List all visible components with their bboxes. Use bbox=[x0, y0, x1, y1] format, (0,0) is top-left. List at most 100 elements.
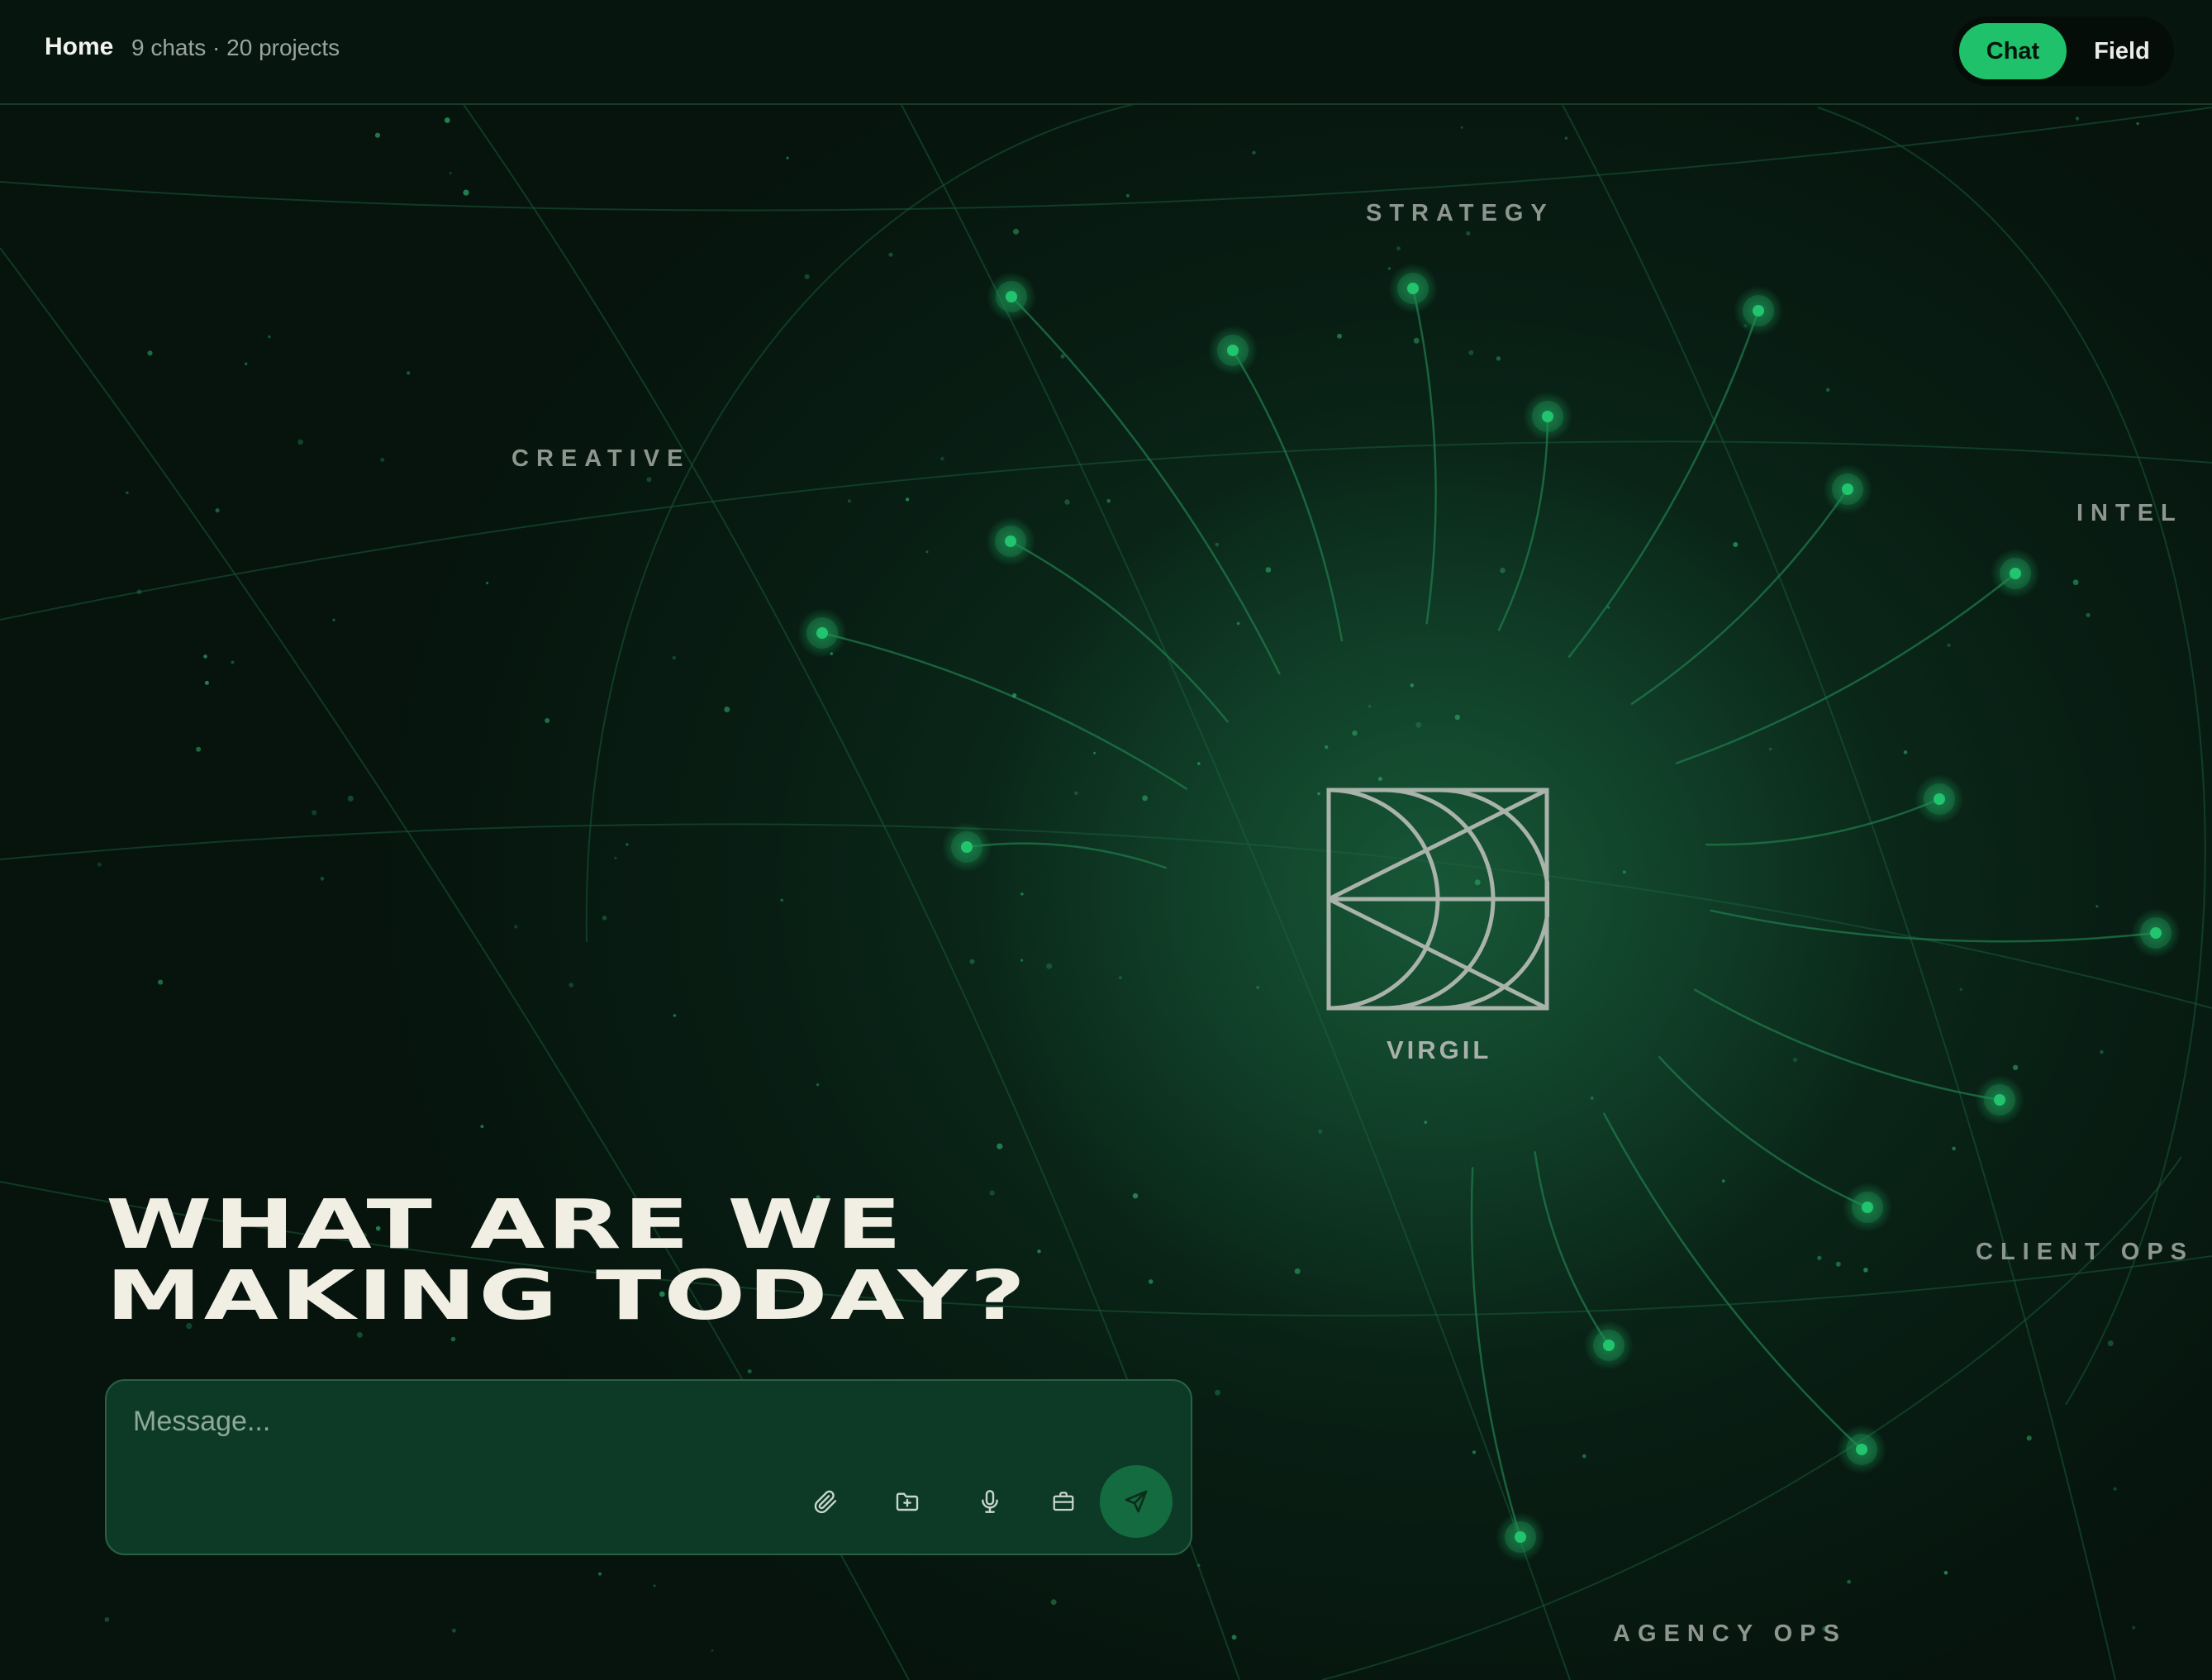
particle bbox=[804, 274, 810, 279]
send-button[interactable] bbox=[1100, 1465, 1173, 1538]
particle bbox=[614, 856, 617, 859]
particle bbox=[653, 1584, 656, 1587]
category-creative[interactable]: CREATIVE bbox=[511, 445, 690, 473]
category-intel[interactable]: INTEL bbox=[2076, 500, 2183, 527]
agent-node bbox=[961, 841, 973, 853]
agent-node bbox=[1603, 1340, 1615, 1351]
briefcase-icon bbox=[1053, 1492, 1074, 1511]
particle bbox=[1142, 795, 1148, 802]
particle bbox=[196, 746, 202, 752]
particle bbox=[1460, 126, 1463, 129]
particle bbox=[1337, 333, 1342, 339]
virgil-logo-icon[interactable] bbox=[1326, 788, 1549, 1011]
folder-plus-icon bbox=[896, 1492, 919, 1511]
orbit-line bbox=[0, 107, 2212, 212]
attach-file-button[interactable] bbox=[801, 1477, 850, 1526]
particle bbox=[1093, 751, 1096, 754]
particle bbox=[2072, 579, 2079, 586]
particle bbox=[1500, 568, 1506, 573]
particle bbox=[1265, 567, 1272, 573]
add-to-project-button[interactable] bbox=[882, 1477, 932, 1526]
particle bbox=[1074, 791, 1078, 796]
particle bbox=[407, 371, 411, 375]
category-strategy[interactable]: STRATEGY bbox=[1366, 200, 1554, 227]
particle bbox=[1943, 1570, 1948, 1575]
particle bbox=[1387, 267, 1391, 270]
particle bbox=[747, 1369, 752, 1373]
particle bbox=[2075, 117, 2080, 121]
particle bbox=[1119, 976, 1122, 979]
particle bbox=[1413, 337, 1420, 344]
particle bbox=[1231, 1635, 1237, 1640]
agent-node bbox=[1515, 1531, 1526, 1543]
particle bbox=[2136, 121, 2139, 126]
top-bar: Home 9 chats · 20 projects Chat Field bbox=[0, 0, 2212, 105]
particle bbox=[1197, 762, 1201, 765]
mode-field-button[interactable]: Field bbox=[2076, 23, 2167, 79]
particle bbox=[1325, 745, 1329, 750]
particle bbox=[449, 171, 452, 175]
particle bbox=[1817, 1255, 1822, 1261]
particle bbox=[1294, 1268, 1301, 1274]
particle bbox=[1468, 350, 1474, 355]
agent-node bbox=[1862, 1202, 1873, 1213]
particle bbox=[1148, 1279, 1154, 1284]
particle bbox=[1215, 542, 1220, 547]
tools-button[interactable] bbox=[1039, 1477, 1088, 1526]
message-input[interactable] bbox=[131, 1404, 1151, 1457]
particle bbox=[724, 707, 730, 712]
particle bbox=[1721, 1179, 1725, 1183]
particle bbox=[847, 499, 851, 503]
category-agency-ops[interactable]: AGENCY OPS bbox=[1613, 1621, 1847, 1648]
send-arrow-icon bbox=[1125, 1490, 1148, 1513]
particle bbox=[672, 655, 676, 660]
particle bbox=[1768, 747, 1772, 751]
voice-input-button[interactable] bbox=[965, 1477, 1015, 1526]
particle bbox=[332, 618, 335, 621]
particle bbox=[1377, 777, 1382, 782]
particle bbox=[2095, 905, 2099, 908]
particle bbox=[1590, 1096, 1594, 1100]
particle bbox=[1020, 959, 1024, 962]
particle bbox=[1564, 136, 1568, 140]
particle bbox=[1318, 1129, 1323, 1134]
mode-chat-button[interactable]: Chat bbox=[1959, 23, 2067, 79]
particle bbox=[2100, 1049, 2104, 1054]
particle bbox=[158, 979, 164, 985]
agent-node bbox=[1856, 1444, 1867, 1455]
particle bbox=[997, 1143, 1003, 1149]
particle bbox=[888, 252, 893, 257]
particle bbox=[1396, 246, 1401, 250]
particle bbox=[1622, 870, 1626, 874]
agent-node bbox=[1842, 483, 1853, 495]
particle bbox=[450, 1336, 456, 1342]
particle bbox=[905, 497, 910, 502]
particle bbox=[786, 156, 789, 159]
particle bbox=[1252, 150, 1256, 155]
particle bbox=[598, 1572, 602, 1576]
particle bbox=[374, 132, 381, 138]
particle bbox=[245, 362, 248, 365]
particle bbox=[1424, 1121, 1428, 1124]
particle bbox=[347, 795, 354, 802]
particle bbox=[147, 350, 153, 356]
particle bbox=[1215, 1389, 1220, 1396]
particle bbox=[126, 491, 129, 495]
particle bbox=[1415, 721, 1422, 728]
particle bbox=[1733, 542, 1739, 547]
particle bbox=[514, 925, 518, 929]
particle bbox=[1037, 1249, 1041, 1254]
particle bbox=[816, 1083, 820, 1087]
agent-node bbox=[1227, 345, 1239, 356]
headline-line-1: What are we bbox=[106, 1186, 905, 1264]
particle bbox=[1125, 193, 1130, 198]
particle bbox=[1197, 1563, 1201, 1567]
particle bbox=[1947, 643, 1951, 647]
particle bbox=[297, 439, 303, 445]
category-client-ops[interactable]: CLIENT OPS bbox=[1976, 1239, 2194, 1266]
headline-line-2: making today? bbox=[106, 1257, 1028, 1335]
particle bbox=[1012, 228, 1020, 235]
hero-headline: What are we making today? bbox=[106, 1190, 1028, 1332]
agent-node bbox=[1005, 535, 1016, 547]
home-canvas: Home 9 chats · 20 projects Chat Field ST… bbox=[0, 0, 2212, 1680]
